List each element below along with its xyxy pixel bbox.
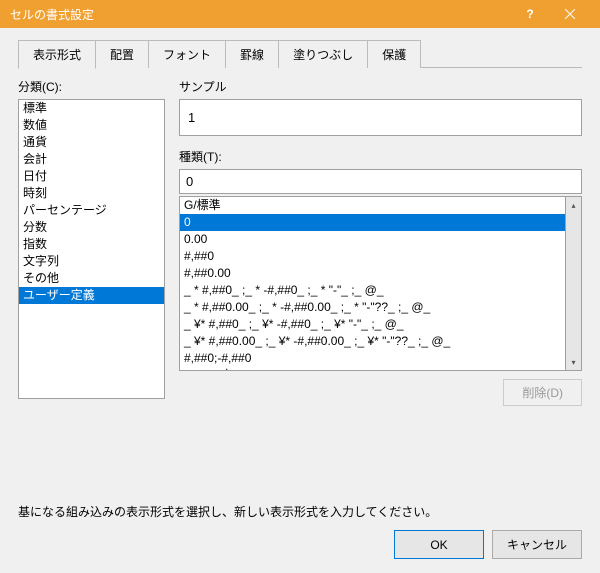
- tab-fill[interactable]: 塗りつぶし: [278, 40, 368, 68]
- tab-protection[interactable]: 保護: [367, 40, 421, 68]
- tab-border[interactable]: 罫線: [225, 40, 279, 68]
- format-item[interactable]: _ ¥* #,##0_ ;_ ¥* -#,##0_ ;_ ¥* "-"_ ;_ …: [180, 316, 565, 333]
- right-column: サンプル 1 種類(T): G/標準00.00#,##0#,##0.00_ * …: [179, 78, 582, 489]
- format-item[interactable]: #,##0;[赤]-#,##0: [180, 367, 565, 371]
- format-listbox[interactable]: G/標準00.00#,##0#,##0.00_ * #,##0_ ;_ * -#…: [179, 196, 566, 371]
- category-item[interactable]: 日付: [19, 168, 164, 185]
- format-item[interactable]: #,##0.00: [180, 265, 565, 282]
- tab-alignment[interactable]: 配置: [95, 40, 149, 68]
- tab-label: 塗りつぶし: [293, 48, 353, 62]
- category-item[interactable]: 標準: [19, 100, 164, 117]
- scroll-up-icon[interactable]: ▴: [566, 197, 581, 213]
- client-area: 表示形式 配置 フォント 罫線 塗りつぶし 保護 分類(C): 標準数値通貨会計…: [0, 28, 600, 573]
- delete-row: 削除(D): [179, 379, 582, 406]
- footer: OK キャンセル: [18, 520, 582, 559]
- tab-label: 罫線: [240, 48, 264, 62]
- tab-label: 保護: [382, 48, 406, 62]
- ok-button[interactable]: OK: [394, 530, 484, 559]
- category-item[interactable]: 通貨: [19, 134, 164, 151]
- category-column: 分類(C): 標準数値通貨会計日付時刻パーセンテージ分数指数文字列その他ユーザー…: [18, 78, 165, 489]
- category-item[interactable]: 時刻: [19, 185, 164, 202]
- titlebar-close-button[interactable]: [550, 0, 590, 28]
- format-item[interactable]: _ * #,##0.00_ ;_ * -#,##0.00_ ;_ * "-"??…: [180, 299, 565, 316]
- format-item[interactable]: 0.00: [180, 231, 565, 248]
- category-item[interactable]: 指数: [19, 236, 164, 253]
- sample-value: 1: [188, 110, 195, 125]
- hint-text: 基になる組み込みの表示形式を選択し、新しい表示形式を入力してください。: [18, 503, 582, 520]
- category-item[interactable]: ユーザー定義: [19, 287, 164, 304]
- scrollbar[interactable]: ▴ ▾: [566, 196, 582, 371]
- tab-label: 表示形式: [33, 48, 81, 62]
- cancel-label: キャンセル: [507, 538, 567, 552]
- category-item[interactable]: 分数: [19, 219, 164, 236]
- tab-format[interactable]: 表示形式: [18, 40, 96, 69]
- category-item[interactable]: その他: [19, 270, 164, 287]
- window-title: セルの書式設定: [10, 6, 510, 23]
- scroll-down-icon[interactable]: ▾: [566, 354, 581, 370]
- tab-label: フォント: [163, 48, 211, 62]
- category-item[interactable]: パーセンテージ: [19, 202, 164, 219]
- tab-label: 配置: [110, 48, 134, 62]
- category-listbox[interactable]: 標準数値通貨会計日付時刻パーセンテージ分数指数文字列その他ユーザー定義: [18, 99, 165, 399]
- type-input[interactable]: [179, 169, 582, 194]
- format-item[interactable]: _ * #,##0_ ;_ * -#,##0_ ;_ * "-"_ ;_ @_: [180, 282, 565, 299]
- category-label: 分類(C):: [18, 78, 165, 95]
- cancel-button[interactable]: キャンセル: [492, 530, 582, 559]
- format-item[interactable]: G/標準: [180, 197, 565, 214]
- category-item[interactable]: 会計: [19, 151, 164, 168]
- close-icon: [565, 9, 575, 19]
- titlebar: セルの書式設定 ?: [0, 0, 600, 28]
- tab-bar: 表示形式 配置 フォント 罫線 塗りつぶし 保護: [18, 40, 582, 68]
- sample-box: 1: [179, 99, 582, 136]
- type-label: 種類(T):: [179, 148, 582, 165]
- ok-label: OK: [430, 538, 447, 552]
- content-area: 分類(C): 標準数値通貨会計日付時刻パーセンテージ分数指数文字列その他ユーザー…: [18, 68, 582, 489]
- sample-label: サンプル: [179, 78, 582, 95]
- delete-label: 削除(D): [522, 386, 563, 400]
- delete-button: 削除(D): [503, 379, 582, 406]
- format-item[interactable]: #,##0: [180, 248, 565, 265]
- format-list-wrap: G/標準00.00#,##0#,##0.00_ * #,##0_ ;_ * -#…: [179, 196, 582, 371]
- format-item[interactable]: #,##0;-#,##0: [180, 350, 565, 367]
- tab-font[interactable]: フォント: [148, 40, 226, 68]
- category-item[interactable]: 数値: [19, 117, 164, 134]
- format-item[interactable]: _ ¥* #,##0.00_ ;_ ¥* -#,##0.00_ ;_ ¥* "-…: [180, 333, 565, 350]
- titlebar-help-button[interactable]: ?: [510, 0, 550, 28]
- format-item[interactable]: 0: [180, 214, 565, 231]
- category-item[interactable]: 文字列: [19, 253, 164, 270]
